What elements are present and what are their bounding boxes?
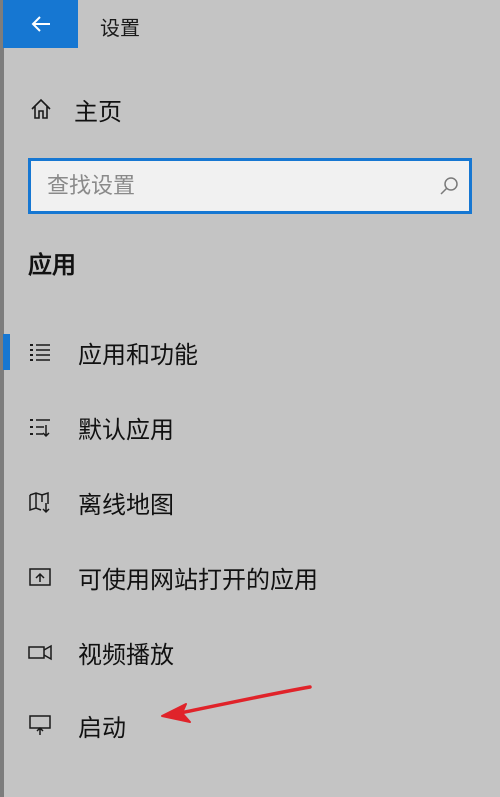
search-icon [440,177,458,195]
window-left-edge [0,0,4,797]
search-box[interactable] [28,158,472,214]
home-nav-item[interactable]: 主页 [30,92,122,126]
nav-item-startup[interactable]: 启动 [0,703,500,747]
nav-item-apps-features[interactable]: 应用和功能 [0,330,500,374]
apps-features-icon [28,340,52,364]
video-playback-icon [28,640,52,664]
nav-item-apps-for-websites[interactable]: 可使用网站打开的应用 [0,555,500,599]
nav-item-label: 默认应用 [78,415,174,444]
offline-maps-icon [28,490,52,514]
apps-for-websites-icon [28,565,52,589]
back-arrow-icon [31,16,50,32]
home-icon [31,98,51,119]
nav-item-label: 可使用网站打开的应用 [78,565,318,594]
startup-icon [28,713,52,737]
nav-item-label: 离线地图 [78,490,174,519]
nav-item-label: 启动 [78,713,126,742]
back-button[interactable] [3,0,78,48]
search-icon-wrap[interactable] [429,175,469,197]
nav-item-label: 应用和功能 [78,340,198,369]
selected-indicator [3,334,10,370]
home-label: 主页 [74,97,122,126]
search-input[interactable] [31,161,429,211]
nav-item-default-apps[interactable]: 默认应用 [0,405,500,449]
nav-item-label: 视频播放 [78,640,174,669]
default-apps-icon [28,415,52,439]
nav-item-video-playback[interactable]: 视频播放 [0,630,500,674]
window-title: 设置 [100,16,140,40]
section-title: 应用 [28,251,76,279]
nav-item-offline-maps[interactable]: 离线地图 [0,480,500,524]
